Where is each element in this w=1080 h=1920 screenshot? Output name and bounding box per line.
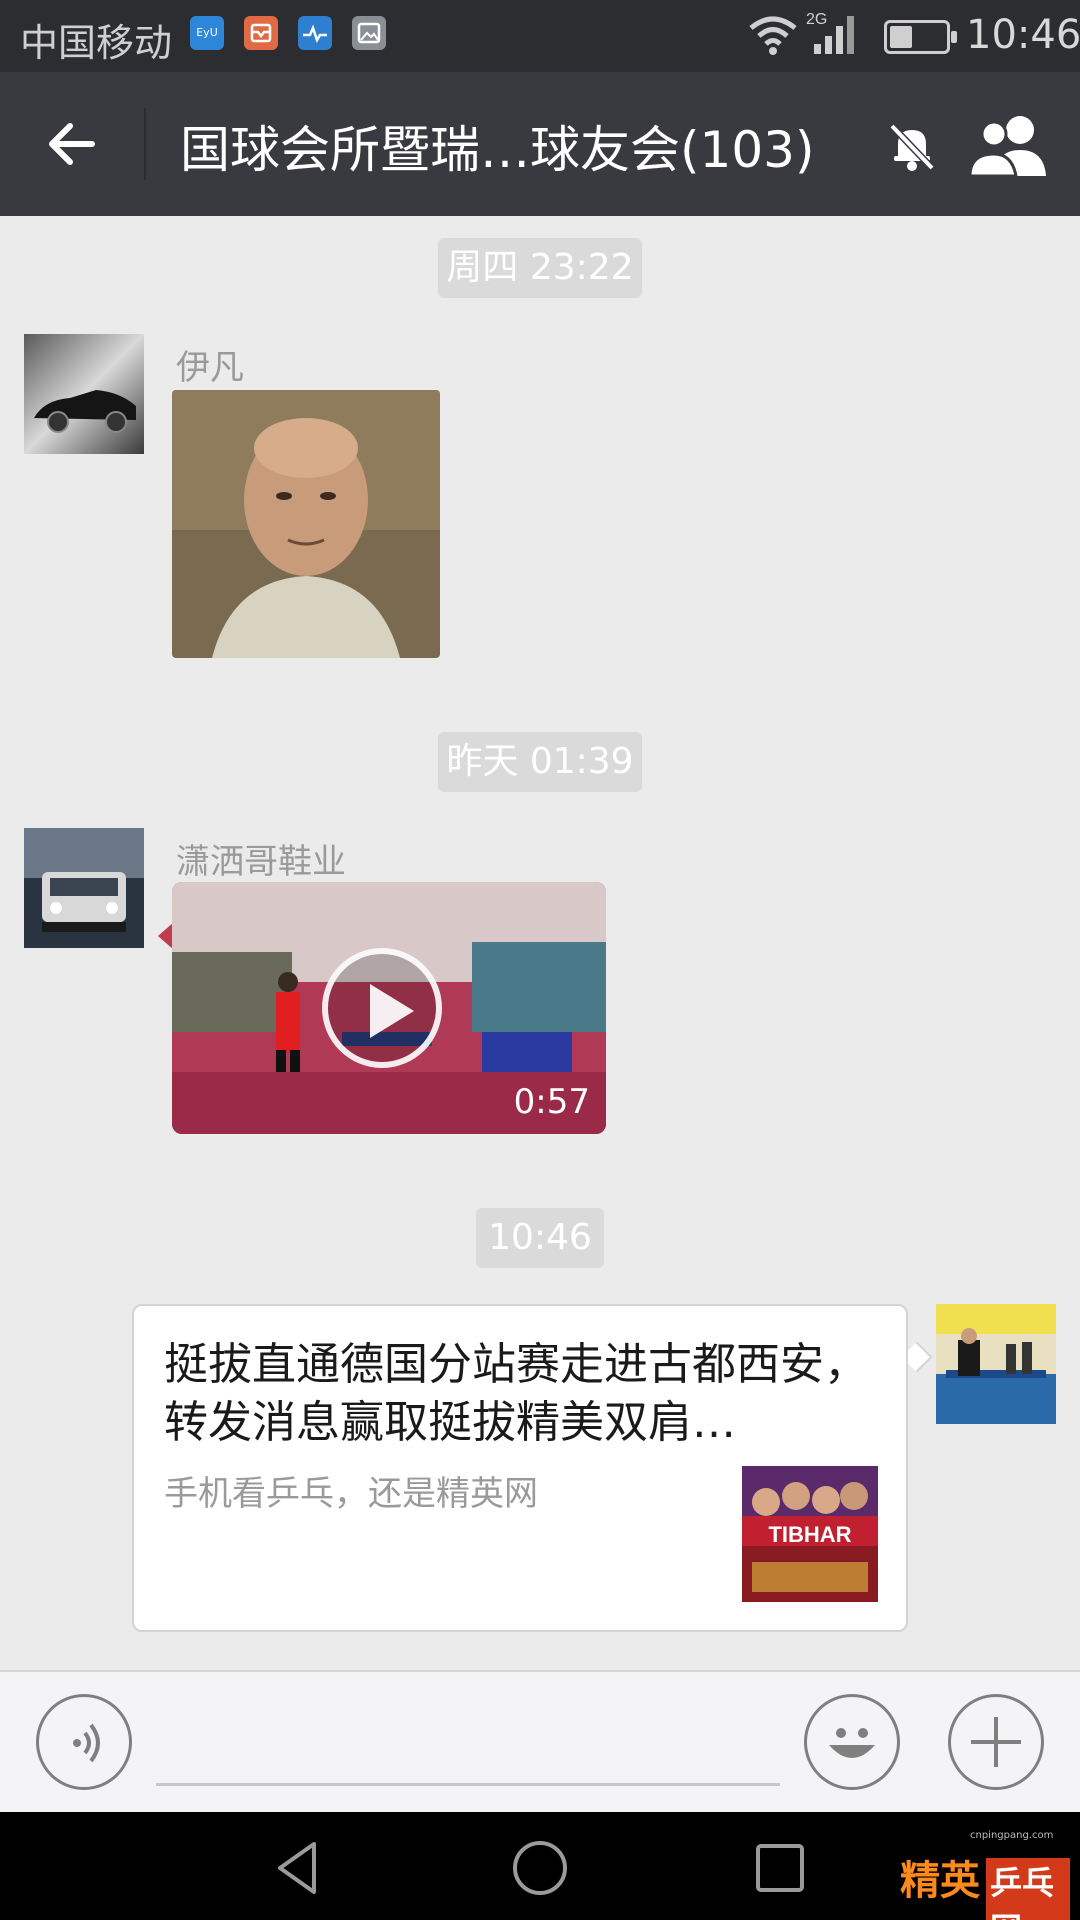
mute-bell-icon: [889, 123, 935, 171]
table-tennis-avatar-icon: [936, 1304, 1056, 1424]
avatar[interactable]: [24, 334, 144, 454]
sports-car-avatar-icon: [24, 334, 144, 454]
video-duration: 0:57: [513, 1082, 590, 1122]
header-divider: [144, 108, 146, 180]
health-notification-icon: [298, 16, 332, 50]
watermark-brand-b: 乒乓网: [986, 1858, 1070, 1920]
chat-header: 国球会所暨瑞…球友会(103): [0, 72, 1080, 216]
time-separator: 昨天 01:39: [438, 732, 642, 792]
nav-back-icon[interactable]: [270, 1838, 330, 1898]
carrier-name: 中国移动: [20, 21, 173, 65]
group-info-icon[interactable]: [966, 112, 1050, 178]
status-bar: 中国移动 EyU 2G 10:46: [0, 0, 1080, 72]
chat-title: 国球会所暨瑞…球友会(103): [180, 121, 815, 179]
link-thumbnail: TIBHAR: [742, 1466, 878, 1602]
portrait-photo: [172, 390, 440, 658]
self-avatar[interactable]: [936, 1304, 1056, 1424]
input-bar: [0, 1670, 1080, 1812]
avatar[interactable]: [24, 828, 144, 948]
nav-recent-apps-icon[interactable]: [750, 1838, 810, 1898]
gallery-notification-icon: [352, 16, 386, 50]
voice-icon: [73, 1723, 100, 1763]
shared-link-card[interactable]: 挺拔直通德国分站赛走进古都西安，转发消息赢取挺拔精美双肩… 手机看乒乓，还是精英…: [132, 1304, 908, 1632]
watermark-brand-a: 精英: [900, 1858, 980, 1904]
signal-icon: 2G: [806, 11, 854, 54]
image-message[interactable]: [172, 390, 440, 658]
sender-name: 伊凡: [176, 348, 244, 388]
watermark-url: cnpingpang.com: [970, 1830, 1054, 1841]
smiley-icon: [829, 1728, 875, 1758]
video-message[interactable]: 0:57: [172, 882, 606, 1134]
link-description: 手机看乒乓，还是精英网: [164, 1474, 538, 1514]
message-input[interactable]: [156, 1712, 780, 1786]
back-arrow-icon[interactable]: [40, 112, 104, 176]
sender-name: 潇洒哥鞋业: [176, 842, 346, 882]
app-notification-icon: EyU: [190, 16, 224, 50]
mail-notification-icon: [244, 16, 278, 50]
time-separator: 周四 23:22: [438, 238, 642, 298]
time-separator: 10:46: [476, 1208, 604, 1268]
suv-avatar-icon: [24, 828, 144, 948]
voice-input-button[interactable]: [36, 1694, 132, 1790]
emoji-button[interactable]: [804, 1694, 900, 1790]
status-time: 10:46: [966, 12, 1080, 58]
play-icon[interactable]: [322, 948, 442, 1068]
battery-icon: [884, 20, 957, 54]
wifi-icon: [749, 16, 797, 55]
site-watermark-logo: cnpingpang.com 精英 乒乓网: [900, 1830, 1070, 1920]
nav-home-icon[interactable]: [510, 1838, 570, 1898]
thumbnail-brand: TIBHAR: [768, 1522, 851, 1547]
network-type: 2G: [806, 11, 827, 28]
plus-icon: [971, 1717, 1021, 1767]
link-title: 挺拔直通德国分站赛走进古都西安，转发消息赢取挺拔精美双肩…: [164, 1339, 868, 1448]
more-options-button[interactable]: [948, 1694, 1044, 1790]
